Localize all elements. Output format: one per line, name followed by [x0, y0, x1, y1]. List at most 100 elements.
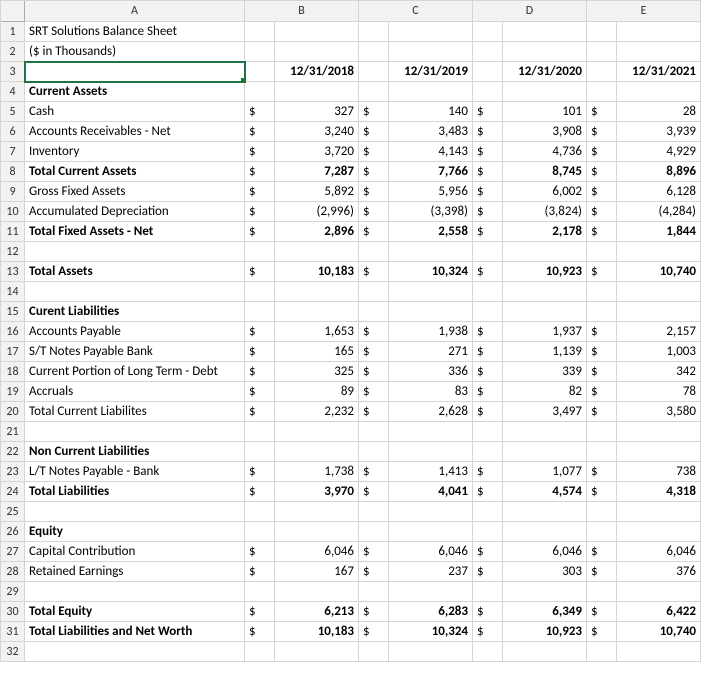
cell-val[interactable] — [617, 642, 701, 662]
currency-symbol[interactable]: $ — [245, 602, 275, 622]
currency-symbol[interactable]: $ — [245, 622, 275, 642]
cell-cur[interactable] — [473, 282, 503, 302]
cell-cur[interactable] — [473, 422, 503, 442]
currency-symbol[interactable]: $ — [245, 122, 275, 142]
currency-symbol[interactable]: $ — [359, 382, 389, 402]
row-label[interactable]: Accounts Receivables - Net — [25, 122, 245, 142]
row-label[interactable]: Retained Earnings — [25, 562, 245, 582]
row-value[interactable]: 8,896 — [617, 162, 701, 182]
cell-cur[interactable] — [473, 642, 503, 662]
row-value[interactable]: 1,937 — [503, 322, 587, 342]
cell-cur[interactable] — [359, 42, 389, 62]
row-value[interactable]: 1,077 — [503, 462, 587, 482]
cell-cur[interactable] — [359, 502, 389, 522]
currency-symbol[interactable]: $ — [587, 322, 617, 342]
row-value[interactable]: 3,908 — [503, 122, 587, 142]
row-header-10[interactable]: 10 — [1, 202, 25, 222]
cell-val[interactable] — [389, 442, 473, 462]
cell-val[interactable] — [389, 22, 473, 42]
currency-symbol[interactable]: $ — [587, 222, 617, 242]
currency-symbol[interactable]: $ — [245, 482, 275, 502]
cell-val[interactable] — [275, 302, 359, 322]
row-value[interactable]: 3,483 — [389, 122, 473, 142]
cell-val[interactable] — [503, 502, 587, 522]
cell-cur[interactable] — [587, 82, 617, 102]
currency-symbol[interactable]: $ — [359, 482, 389, 502]
cell-cur[interactable] — [245, 502, 275, 522]
row-value[interactable]: 7,287 — [275, 162, 359, 182]
cell-cur[interactable] — [359, 82, 389, 102]
cell-cur[interactable] — [473, 22, 503, 42]
row-value[interactable]: 738 — [617, 462, 701, 482]
row-header-13[interactable]: 13 — [1, 262, 25, 282]
cell-val[interactable] — [617, 42, 701, 62]
row-value[interactable]: 336 — [389, 362, 473, 382]
cell-val[interactable] — [617, 522, 701, 542]
currency-symbol[interactable]: $ — [245, 542, 275, 562]
cell-cur[interactable] — [359, 242, 389, 262]
currency-symbol[interactable]: $ — [473, 342, 503, 362]
row-value[interactable]: 327 — [275, 102, 359, 122]
cell-val[interactable] — [389, 82, 473, 102]
currency-symbol[interactable]: $ — [473, 542, 503, 562]
row-header-30[interactable]: 30 — [1, 602, 25, 622]
row-label[interactable]: Gross Fixed Assets — [25, 182, 245, 202]
cell-cur[interactable] — [587, 282, 617, 302]
row-value[interactable]: 1,653 — [275, 322, 359, 342]
row-value[interactable]: 3,970 — [275, 482, 359, 502]
currency-symbol[interactable]: $ — [473, 362, 503, 382]
currency-symbol[interactable]: $ — [587, 142, 617, 162]
row-value[interactable]: 10,923 — [503, 262, 587, 282]
row-header-27[interactable]: 27 — [1, 542, 25, 562]
row-value[interactable]: 5,892 — [275, 182, 359, 202]
cell-val[interactable] — [275, 42, 359, 62]
row-label[interactable]: Total Liabilities and Net Worth — [25, 622, 245, 642]
cell-cur[interactable] — [587, 522, 617, 542]
row-value[interactable]: 4,574 — [503, 482, 587, 502]
section-header[interactable]: Non Current Liabilities — [25, 442, 245, 462]
cell-val[interactable] — [503, 42, 587, 62]
currency-symbol[interactable]: $ — [245, 222, 275, 242]
row-header-4[interactable]: 4 — [1, 82, 25, 102]
row-value[interactable]: 10,740 — [617, 262, 701, 282]
cell-val[interactable] — [275, 522, 359, 542]
row-label[interactable]: L/T Notes Payable - Bank — [25, 462, 245, 482]
currency-symbol[interactable]: $ — [473, 202, 503, 222]
row-value[interactable]: 2,558 — [389, 222, 473, 242]
currency-symbol[interactable]: $ — [587, 462, 617, 482]
currency-symbol[interactable]: $ — [473, 622, 503, 642]
cell-cur[interactable] — [473, 582, 503, 602]
cell-val[interactable] — [275, 642, 359, 662]
row-header-29[interactable]: 29 — [1, 582, 25, 602]
currency-symbol[interactable]: $ — [359, 462, 389, 482]
currency-symbol[interactable]: $ — [359, 402, 389, 422]
selected-cell[interactable] — [25, 62, 245, 82]
row-value[interactable]: 3,240 — [275, 122, 359, 142]
currency-symbol[interactable]: $ — [587, 262, 617, 282]
currency-symbol[interactable]: $ — [587, 402, 617, 422]
currency-symbol[interactable]: $ — [473, 222, 503, 242]
currency-symbol[interactable]: $ — [587, 382, 617, 402]
row-value[interactable]: 2,178 — [503, 222, 587, 242]
row-header-15[interactable]: 15 — [1, 302, 25, 322]
cell-blank[interactable] — [25, 502, 245, 522]
cell-val[interactable] — [617, 22, 701, 42]
row-header-18[interactable]: 18 — [1, 362, 25, 382]
row-value[interactable]: 7,766 — [389, 162, 473, 182]
cell-cur[interactable] — [587, 42, 617, 62]
cell-val[interactable] — [617, 242, 701, 262]
currency-symbol[interactable]: $ — [359, 562, 389, 582]
row-value[interactable]: 10,183 — [275, 622, 359, 642]
currency-symbol[interactable]: $ — [359, 362, 389, 382]
cell-blank[interactable] — [25, 242, 245, 262]
cell-cur[interactable] — [245, 522, 275, 542]
cell-cur[interactable] — [359, 282, 389, 302]
currency-symbol[interactable]: $ — [359, 182, 389, 202]
col-header-d[interactable]: D — [473, 1, 587, 22]
currency-symbol[interactable]: $ — [359, 122, 389, 142]
currency-symbol[interactable]: $ — [587, 602, 617, 622]
row-value[interactable]: 28 — [617, 102, 701, 122]
spreadsheet-grid[interactable]: ABCDE1SRT Solutions Balance Sheet2($ in … — [0, 0, 701, 662]
cell-val[interactable] — [389, 242, 473, 262]
row-header-23[interactable]: 23 — [1, 462, 25, 482]
